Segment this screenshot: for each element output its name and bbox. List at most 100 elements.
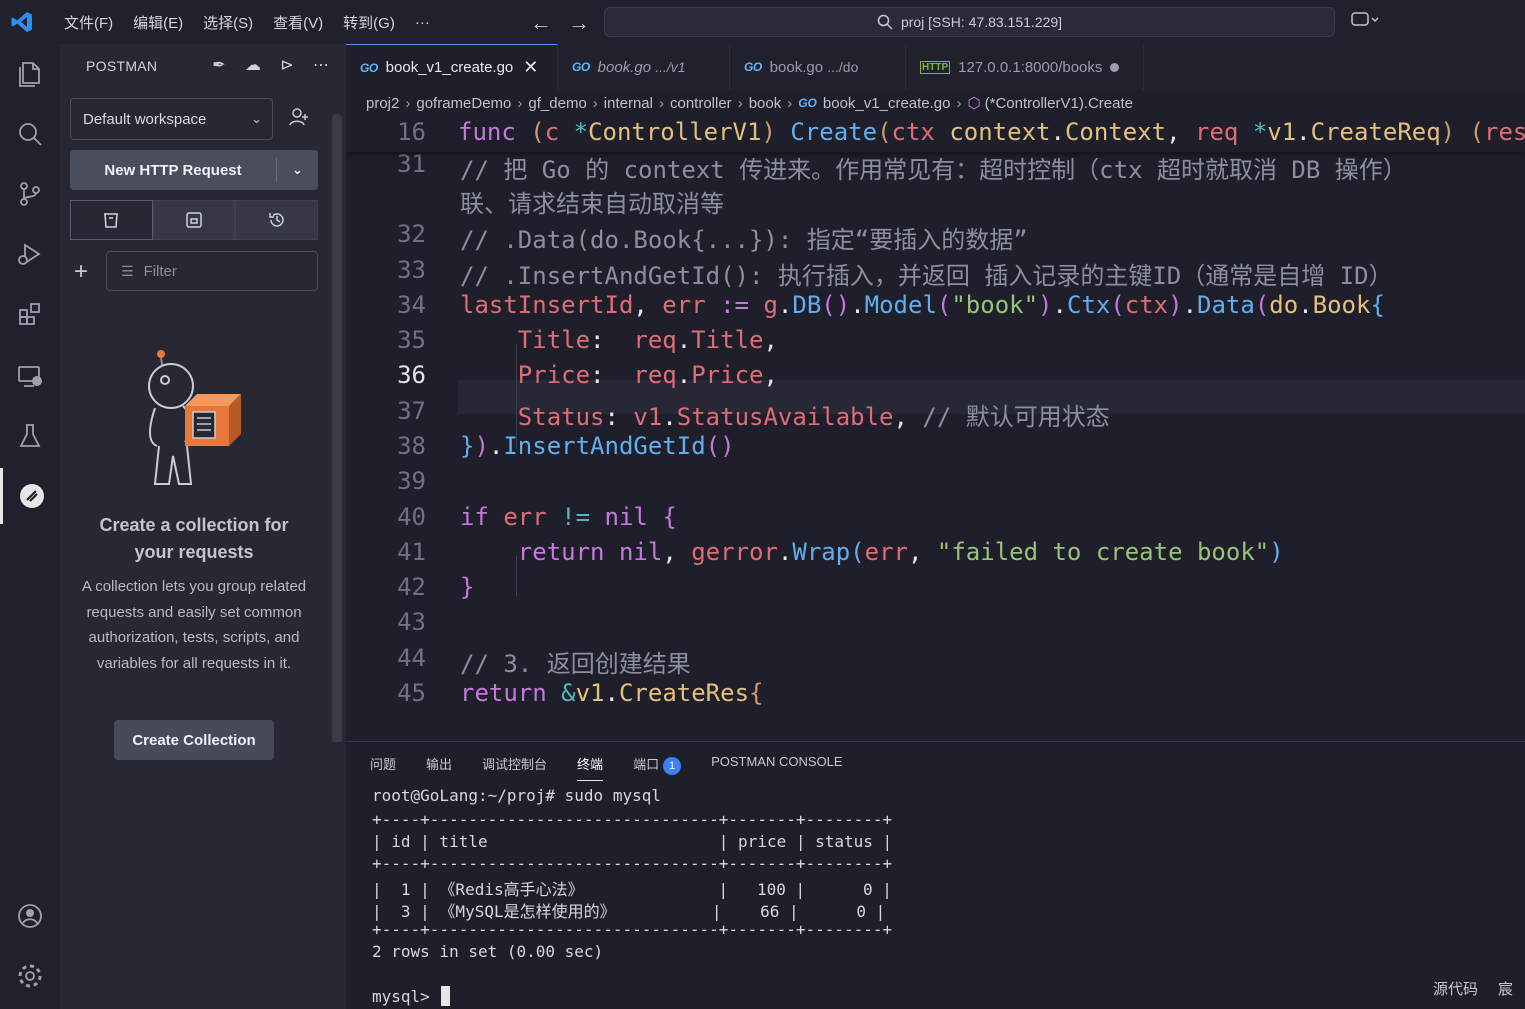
line-number: 31 [397,150,426,178]
settings-icon[interactable] [0,948,60,1004]
line-number: 16 [397,118,426,146]
forward-arrow-icon[interactable]: → [568,10,590,36]
add-icon[interactable]: + [74,258,88,286]
close-icon[interactable]: ✕ [523,57,538,78]
account-icon[interactable] [0,888,60,944]
breadcrumb-item[interactable]: (*ControllerV1).Create [985,95,1133,112]
tab-label: book.go [769,58,824,76]
code-line: Status: v1.StatusAvailable, // 默认可用状态 [517,403,1110,431]
create-collection-button[interactable]: Create Collection [114,720,274,760]
breadcrumb-item[interactable]: book_v1_create.go [823,95,951,112]
breadcrumb: proj2 › goframeDemo › gf_demo › internal › c… [346,90,1525,116]
copilot-icon[interactable] [1350,10,1380,35]
tab-label: 127.0.0.1:8000/books [958,58,1103,76]
http-file-icon: HTTP [920,60,951,74]
terminal-line: | id | title | price | status | [372,832,893,851]
menu-file[interactable]: 文件(F) [54,0,123,44]
sticky-scroll-header[interactable]: 16 func (c *ControllerV1) Create(ctx con… [346,116,1525,152]
breadcrumb-item[interactable]: proj2 [366,95,399,112]
tab-ports-label: 端口 [633,757,660,772]
breadcrumb-item[interactable]: internal [604,95,653,112]
status-item[interactable]: 宸 [1498,978,1513,999]
line-number: 42 [397,573,426,601]
collections-icon [104,213,119,228]
tab-book-v1-create[interactable]: GO book_v1_create.go ✕ [346,44,558,90]
tab-book-go-v1[interactable]: GO book.go .../v1 [558,44,730,90]
extensions-icon[interactable] [0,286,60,342]
line-number: 40 [397,503,426,531]
menu-edit[interactable]: 编辑(E) [123,0,193,44]
code-line: Title: req.Title, [517,326,778,354]
code-editor[interactable]: 31 // 把 Go 的 context 传进来。作用常见有：超时控制（ctx … [346,116,1525,741]
chevron-right-icon: › [787,94,793,112]
workspace-select-value: Default workspace [83,110,207,128]
line-number: 35 [397,326,426,354]
code-line: lastInsertId, err := g.DB().Model("book"… [460,291,1385,319]
astronaut-illustration [148,350,241,485]
testing-icon[interactable] [0,408,60,464]
terminal-line: mysql> [372,986,451,1006]
new-http-request-button[interactable]: New HTTP Request ⌄ [70,150,318,190]
line-number: 45 [397,679,426,707]
command-center[interactable]: proj [SSH: 47.83.151.229] [604,7,1335,37]
chevron-right-icon: › [737,94,743,112]
breadcrumb-item[interactable]: controller [670,95,732,112]
terminal-line: 2 rows in set (0.00 sec) [372,942,604,961]
tab-postman-console[interactable]: POSTMAN CONSOLE [711,754,842,781]
terminal-line: | 1 | 《Redis高手心法》 | 100 | 0 | [372,880,892,899]
environment-icon [186,212,202,228]
tab-http-books[interactable]: HTTP 127.0.0.1:8000/books [906,44,1144,90]
terminal-line: +----+------------------------------+---… [372,810,893,829]
line-number: 32 [397,220,426,248]
chevron-right-icon: › [658,94,664,112]
tab-problems[interactable]: 问题 [370,754,396,781]
code-line: 联、请求结束自动取消等 [460,190,724,218]
chevron-down-icon[interactable]: ⌄ [277,162,318,178]
sidebar-tabs [70,200,319,240]
breadcrumb-item[interactable]: gf_demo [528,95,586,112]
postman-icon[interactable] [0,468,60,524]
tab-history[interactable] [235,200,319,240]
workspace-select[interactable]: Default workspace ⌄ [70,98,273,140]
breadcrumb-item[interactable]: goframeDemo [416,95,511,112]
menu-selection[interactable]: 选择(S) [193,0,263,44]
source-control-icon[interactable] [0,166,60,222]
tab-output[interactable]: 输出 [426,754,452,781]
code-line: } [460,573,475,601]
tab-ports[interactable]: 端口 1 [633,754,682,781]
back-arrow-icon[interactable]: ← [530,10,552,36]
tab-debug-console[interactable]: 调试控制台 [482,754,547,781]
nav-arrows: ← → [530,10,590,36]
remote-explorer-icon[interactable] [0,348,60,404]
menu-more[interactable]: ··· [405,0,440,44]
menu-go[interactable]: 转到(G) [333,0,405,44]
unsaved-dot-icon [1110,62,1120,72]
code-line: return nil, gerror.Wrap(err, "failed to … [517,538,1284,566]
invite-user-icon[interactable] [288,106,310,133]
search-icon[interactable] [0,106,60,162]
code-line: }).InsertAndGetId() [460,432,735,460]
more-icon[interactable]: ⋯ [310,54,332,76]
cloud-sync-icon[interactable]: ☁ [242,54,264,76]
code-line: // .Data(do.Book{...}): 指定“要插入的数据” [460,226,1028,254]
terminal-line: +----+------------------------------+---… [372,920,893,939]
run-debug-icon[interactable] [0,226,60,282]
line-number: 37 [397,397,426,425]
tab-collections[interactable] [70,200,153,240]
terminal-icon[interactable]: ⊳ [276,54,298,76]
filter-input[interactable]: ☰ Filter [106,251,318,291]
explorer-icon[interactable] [0,46,60,102]
tab-terminal[interactable]: 终端 [577,754,604,781]
feather-icon[interactable]: ✒ [208,54,230,76]
activity-bar [0,44,60,1009]
line-number: 44 [397,644,426,672]
menu-view[interactable]: 查看(V) [263,0,333,44]
status-item[interactable]: 源代码 [1433,978,1478,999]
breadcrumb-item[interactable]: book [749,95,782,112]
terminal-cursor [441,986,451,1006]
tab-environments[interactable] [152,200,236,240]
code-line: // 3. 返回创建结果 [460,650,691,678]
filter-icon: ☰ [121,262,134,279]
tab-book-go-do[interactable]: GO book.go .../do [730,44,906,90]
go-file-icon: GO [744,60,762,74]
